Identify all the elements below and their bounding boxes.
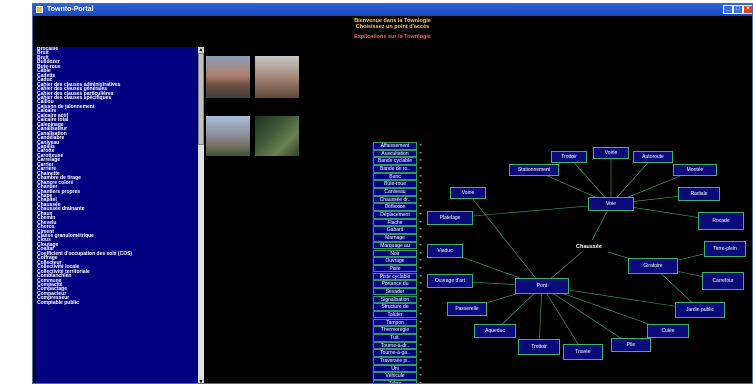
- graph-node-rocade[interactable]: Rocade: [698, 212, 744, 230]
- graph-node-carrefour[interactable]: Carrefour: [702, 272, 744, 290]
- graph-node-ouvrage-art[interactable]: Ouvrage d'art: [427, 274, 473, 288]
- graph-node-jardin-public[interactable]: Jardin public: [675, 302, 725, 318]
- graph-node-stationnement[interactable]: Stationnement: [509, 164, 559, 176]
- graph-node-giratoire[interactable]: Giratoire: [628, 258, 678, 274]
- graph-node-montee[interactable]: Montée: [673, 164, 717, 176]
- graph-node-pont[interactable]: Pont: [515, 278, 569, 294]
- graph-node-platelage[interactable]: Platelage: [427, 211, 473, 225]
- graph-node-viaduc[interactable]: Viaduc: [427, 244, 463, 258]
- graph-node-trottoir-bottom[interactable]: Trottoir: [518, 339, 560, 355]
- graph-node-voie[interactable]: Voie: [588, 197, 634, 211]
- application-window: Townto-Portal _ □ × Bienvenue dans la To…: [32, 3, 753, 384]
- graph-node-voirie-top[interactable]: Voirie: [593, 147, 629, 159]
- graph-node-pile[interactable]: Pile: [611, 338, 651, 352]
- graph-edge: [538, 285, 543, 348]
- graph-node-terre-plein[interactable]: Terre-plein: [704, 241, 746, 257]
- graph-node-radiale[interactable]: Radiale: [678, 187, 720, 201]
- graph-node-passerelle[interactable]: Passerelle: [447, 302, 487, 316]
- graph-node-center[interactable]: Chaussée: [563, 240, 615, 252]
- graph-edge: [449, 203, 612, 219]
- graph-node-culee[interactable]: Culée: [647, 324, 689, 338]
- graph-node-trottoir-top[interactable]: Trottoir: [551, 151, 587, 163]
- graph-edges: [444, 153, 726, 353]
- graph-node-voirie[interactable]: Voirie: [450, 187, 486, 199]
- graph-node-travee[interactable]: Travée: [563, 344, 603, 360]
- graph-edge: [467, 192, 543, 287]
- graph-edge: [541, 285, 632, 346]
- graph-node-aqueduc[interactable]: Aqueduc: [474, 324, 516, 338]
- graph-node-autoroute[interactable]: Autoroute: [633, 151, 673, 163]
